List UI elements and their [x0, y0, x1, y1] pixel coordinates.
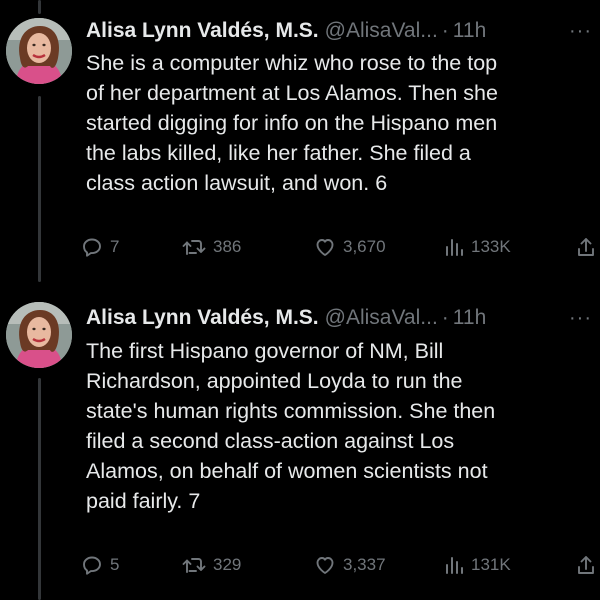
author-handle[interactable]: @AlisaVal...	[325, 303, 438, 333]
view-count: 133K	[471, 237, 511, 256]
retweet-button[interactable]: 386	[181, 234, 241, 260]
tweet-thread: Alisa Lynn Valdés, M.S. @AlisaVal... · 1…	[0, 0, 600, 600]
share-icon	[578, 556, 594, 574]
tweet-text-line: paid fairly. 7	[86, 489, 201, 513]
reply-count: 5	[110, 555, 120, 574]
tweet-text: She is a computer whiz who rose to the t…	[86, 48, 584, 198]
avatar[interactable]	[6, 18, 72, 84]
timestamp[interactable]: 11h	[453, 303, 486, 333]
tweet-text: The first Hispano governor of NM, Bill R…	[86, 336, 584, 516]
tweet[interactable]: Alisa Lynn Valdés, M.S. @AlisaVal... · 1…	[0, 282, 600, 600]
retweet-count: 386	[213, 237, 242, 256]
view-count: 131K	[471, 555, 511, 574]
views-button[interactable]: 131K	[443, 552, 511, 578]
views-icon	[446, 239, 463, 256]
retweet-count: 329	[213, 555, 242, 574]
like-button[interactable]: 3,670	[313, 234, 386, 260]
tweet[interactable]: Alisa Lynn Valdés, M.S. @AlisaVal... · 1…	[0, 0, 600, 282]
tweet-text-line: of her department at Los Alamos. Then sh…	[86, 81, 498, 105]
author-handle[interactable]: @AlisaVal...	[325, 16, 438, 46]
views-icon	[446, 557, 463, 574]
retweet-icon	[182, 240, 206, 255]
tweet-text-line: state's human rights commission. She the…	[86, 399, 496, 423]
tweet-text-line: filed a second class-action against Los	[86, 429, 455, 453]
reply-button[interactable]: 5	[80, 552, 119, 578]
reply-button[interactable]: 7	[80, 234, 119, 260]
author-display-name[interactable]: Alisa Lynn Valdés, M.S.	[86, 16, 319, 46]
tweet-text-line: started digging for info on the Hispano …	[86, 111, 498, 135]
heart-icon	[316, 239, 334, 256]
separator-dot: ·	[441, 306, 449, 329]
tweet-header: Alisa Lynn Valdés, M.S. @AlisaVal... · 1…	[86, 16, 592, 46]
author-display-name[interactable]: Alisa Lynn Valdés, M.S.	[86, 303, 319, 333]
reply-count: 7	[110, 237, 120, 256]
like-count: 3,337	[343, 555, 386, 574]
share-button[interactable]	[575, 234, 597, 260]
avatar[interactable]	[6, 302, 72, 368]
tweet-header: Alisa Lynn Valdés, M.S. @AlisaVal... · 1…	[86, 303, 592, 333]
tweet-text-line: Alamos, on behalf of women scientists no…	[86, 459, 488, 483]
tweet-text-line: class action lawsuit, and won. 6	[86, 171, 388, 195]
views-button[interactable]: 133K	[443, 234, 511, 260]
tweet-text-line: the labs killed, like her father. She fi…	[86, 141, 471, 165]
tweet-text-line: She is a computer whiz who rose to the t…	[86, 51, 498, 75]
like-count: 3,670	[343, 237, 386, 256]
like-button[interactable]: 3,337	[313, 552, 386, 578]
timestamp[interactable]: 11h	[453, 16, 486, 46]
tweet-text-line: The first Hispano governor of NM, Bill	[86, 339, 444, 363]
share-button[interactable]	[575, 552, 597, 578]
tweet-actions: 5 329 3,337 131K	[80, 552, 600, 578]
retweet-button[interactable]: 329	[181, 552, 241, 578]
more-options-icon[interactable]: ···	[569, 303, 592, 333]
retweet-icon	[182, 558, 206, 573]
tweet-actions: 7 386 3,670 133K	[80, 234, 600, 260]
share-icon	[578, 238, 594, 256]
reply-icon	[83, 556, 101, 575]
heart-icon	[316, 557, 334, 574]
tweet-text-line: Richardson, appointed Loyda to run the	[86, 369, 463, 393]
more-options-icon[interactable]: ···	[569, 16, 592, 46]
separator-dot: ·	[441, 19, 449, 42]
reply-icon	[83, 238, 101, 257]
